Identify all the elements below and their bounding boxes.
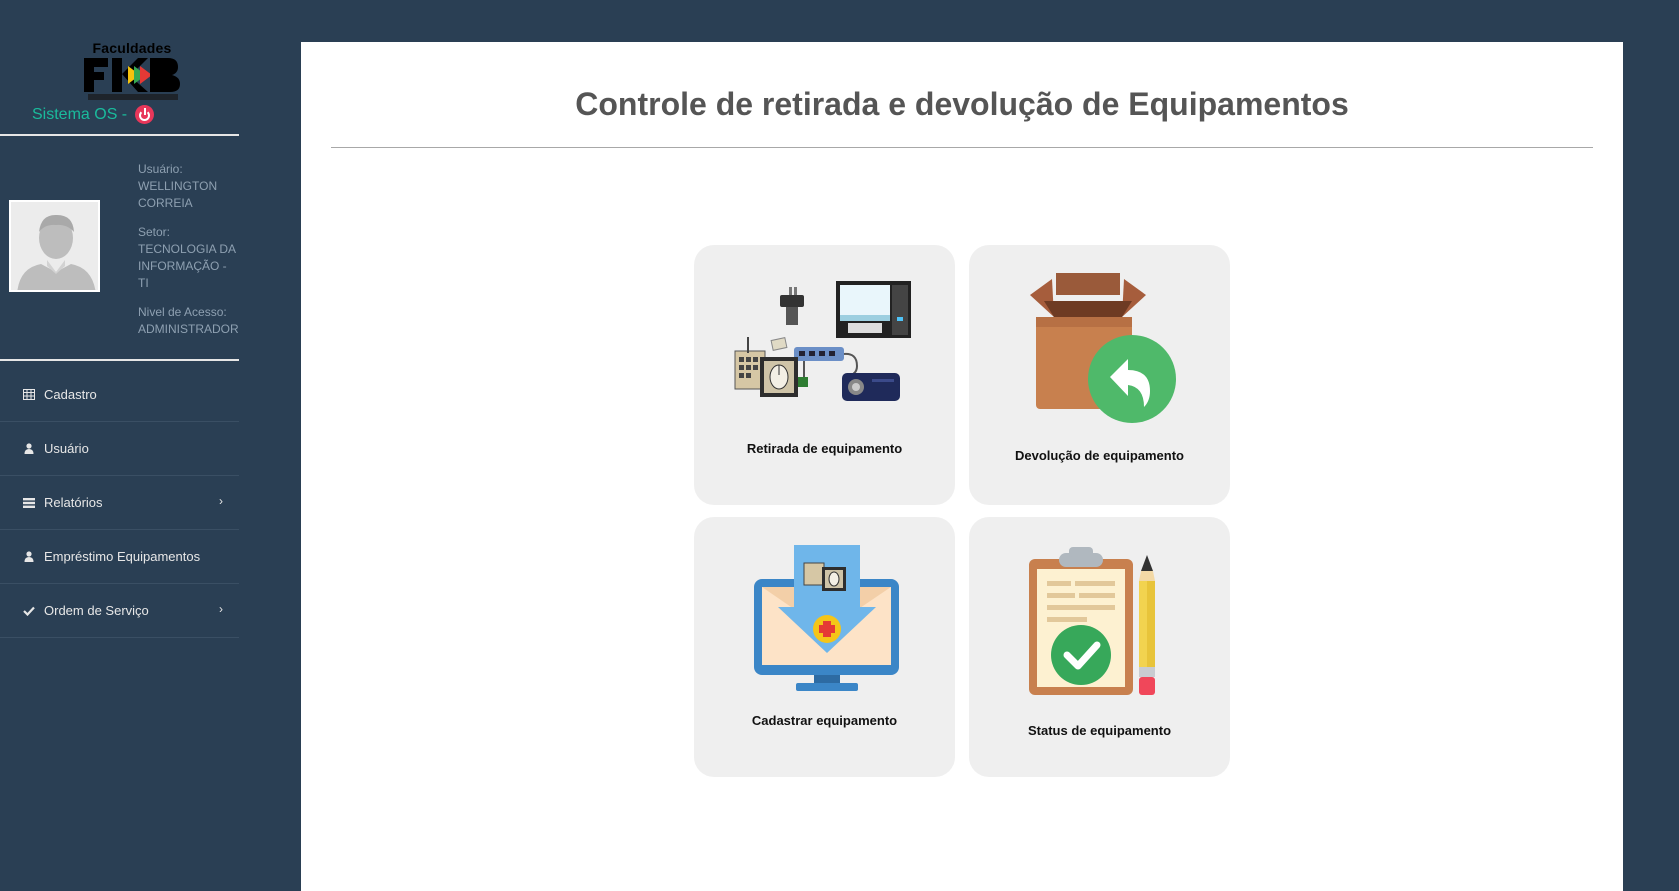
chevron-right-icon: ›	[219, 494, 223, 508]
title-divider	[331, 147, 1593, 148]
card-label: Cadastrar equipamento	[751, 713, 898, 728]
card-label: Devolução de equipamento	[1014, 448, 1185, 463]
access-value: ADMINISTRADOR	[138, 322, 239, 336]
avatar	[9, 200, 100, 292]
page-title: Controle de retirada e devolução de Equi…	[575, 86, 1349, 122]
sidebar-item-label: Relatórios	[44, 495, 103, 510]
sidebar-divider-top	[0, 134, 239, 136]
main-panel: Controle de retirada e devolução de Equi…	[301, 42, 1623, 891]
user-info: Usuário: WELLINGTON CORREIA Setor: TECNO…	[138, 161, 240, 350]
check-icon	[23, 605, 35, 617]
user-value: WELLINGTON CORREIA	[138, 179, 218, 210]
user-icon	[23, 443, 35, 455]
access-label: Nivel de Acesso:	[138, 305, 227, 319]
monitor-add-icon	[754, 545, 899, 691]
sidebar-item-label: Cadastro	[44, 387, 97, 402]
equipment-collection-icon	[734, 281, 911, 401]
sidebar-item-usuario[interactable]: Usuário	[0, 422, 239, 476]
sector-value: TECNOLOGIA DA INFORMAÇÃO - TI	[138, 242, 236, 290]
card-retirada-equipamento[interactable]: Retirada de equipamento	[694, 245, 955, 505]
card-cadastrar-equipamento[interactable]: Cadastrar equipamento	[694, 517, 955, 777]
box-return-icon	[1030, 273, 1176, 423]
sidebar-item-label: Usuário	[44, 441, 89, 456]
fkb-logo[interactable]: Faculdades	[82, 40, 182, 102]
card-status-equipamento[interactable]: Status de equipamento	[969, 517, 1230, 777]
sidebar-item-emprestimo[interactable]: Empréstimo Equipamentos	[0, 530, 239, 584]
card-label: Status de equipamento	[1027, 723, 1172, 738]
sidebar-menu: Cadastro Usuário Relatórios › Empréstimo…	[0, 368, 239, 638]
user-label: Usuário:	[138, 162, 183, 176]
table-icon	[23, 389, 35, 401]
sidebar-item-relatorios[interactable]: Relatórios ›	[0, 476, 239, 530]
card-devolucao-equipamento[interactable]: Devolução de equipamento	[969, 245, 1230, 505]
power-icon[interactable]	[135, 105, 155, 124]
user-silhouette-icon	[11, 202, 98, 290]
card-label: Retirada de equipamento	[746, 441, 903, 456]
user-icon	[23, 551, 35, 563]
system-title: Sistema OS -	[32, 105, 155, 124]
sidebar-item-ordem-servico[interactable]: Ordem de Serviço ›	[0, 584, 239, 638]
list-icon	[23, 497, 35, 509]
sidebar-item-cadastro[interactable]: Cadastro	[0, 368, 239, 422]
sidebar: Faculdades Sistema OS - Usuário: WELLING…	[0, 0, 240, 891]
clipboard-check-icon	[1029, 547, 1155, 695]
sidebar-divider-bottom	[0, 359, 239, 361]
chevron-right-icon: ›	[219, 602, 223, 616]
sidebar-item-label: Empréstimo Equipamentos	[44, 549, 201, 564]
logo-mark	[84, 58, 180, 92]
sidebar-item-label: Ordem de Serviço	[44, 603, 149, 618]
logo-subtitle-bar	[88, 94, 178, 100]
system-title-text: Sistema OS -	[32, 105, 128, 123]
sector-label: Setor:	[138, 225, 171, 239]
